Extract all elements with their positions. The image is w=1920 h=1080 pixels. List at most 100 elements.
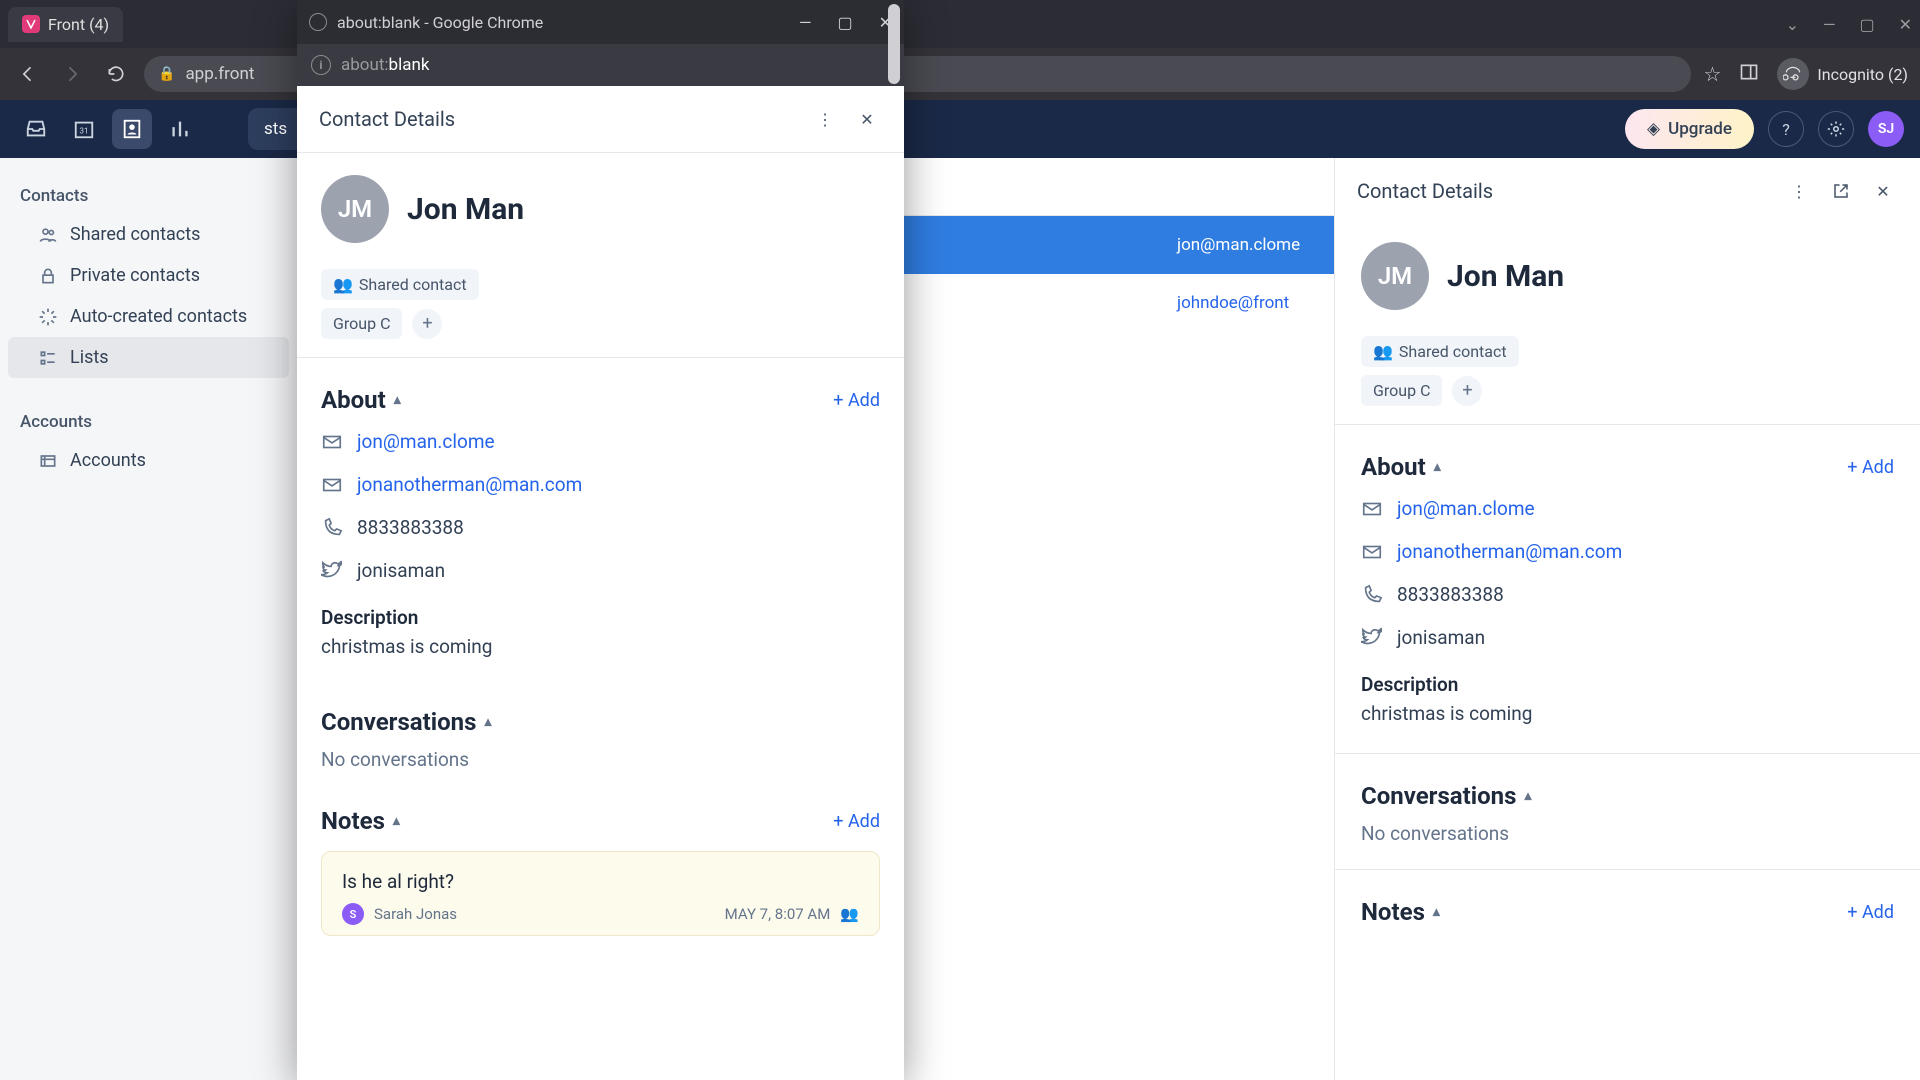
people-icon: 👥: [333, 275, 353, 294]
sidebar-item-label: Private contacts: [70, 265, 200, 286]
note-share-icon: 👥: [840, 905, 859, 923]
add-group-button[interactable]: +: [412, 309, 442, 339]
browser-forward-button[interactable]: [56, 58, 88, 90]
sidebar-item-label: Lists: [70, 347, 109, 368]
sidebar-item-lists[interactable]: Lists: [8, 337, 289, 378]
panel-more-icon[interactable]: ⋮: [1784, 176, 1814, 206]
sidebar-item-private-contacts[interactable]: Private contacts: [0, 255, 297, 296]
description-text: christmas is coming: [1361, 696, 1894, 735]
sidebar-item-accounts[interactable]: Accounts: [0, 440, 297, 481]
popup-more-icon[interactable]: ⋮: [810, 104, 840, 134]
window-close-icon[interactable]: ✕: [1899, 15, 1912, 34]
sidebar: Contacts Shared contacts Private contact…: [0, 158, 297, 1080]
sidebar-item-label: Shared contacts: [70, 224, 200, 245]
contact-phone: 8833883388: [1397, 583, 1504, 606]
group-chip[interactable]: Group C: [1361, 375, 1442, 406]
description-label: Description: [321, 606, 880, 629]
contact-avatar: JM: [321, 175, 389, 243]
contact-name: Jon Man: [407, 192, 524, 227]
globe-icon: [309, 13, 327, 31]
nav-calendar-icon[interactable]: 31: [64, 109, 104, 149]
popup-browser-window: about:blank - Google Chrome — ▢ ✕ i abou…: [297, 0, 904, 1080]
caret-up-icon: ▴: [393, 813, 400, 829]
contact-email-link[interactable]: jon@man.clome: [1397, 497, 1535, 520]
nav-inbox-icon[interactable]: [16, 109, 56, 149]
settings-button[interactable]: [1818, 111, 1854, 147]
info-icon[interactable]: i: [311, 55, 331, 75]
about-add-button[interactable]: + Add: [1847, 457, 1894, 478]
description-text: christmas is coming: [321, 629, 880, 668]
sidebar-item-auto-contacts[interactable]: Auto-created contacts: [0, 296, 297, 337]
conversations-section-header[interactable]: Conversations▴: [321, 708, 491, 736]
group-chip[interactable]: Group C: [321, 308, 402, 339]
contact-twitter: jonisaman: [357, 559, 445, 582]
about-add-button[interactable]: + Add: [833, 390, 880, 411]
browser-reload-button[interactable]: [100, 58, 132, 90]
browser-back-button[interactable]: [12, 58, 44, 90]
sidebar-item-shared-contacts[interactable]: Shared contacts: [0, 214, 297, 255]
browser-tab[interactable]: Front (4): [8, 7, 123, 42]
sidebar-item-label: Auto-created contacts: [70, 306, 247, 327]
note-card[interactable]: Is he al right? S Sarah Jonas MAY 7, 8:0…: [321, 851, 880, 936]
notes-add-button[interactable]: + Add: [1847, 902, 1894, 923]
window-maximize-icon[interactable]: ▢: [1859, 15, 1874, 34]
browser-tab-bar: Front (4) ⌄ — ▢ ✕: [0, 0, 1920, 48]
contact-twitter-row: jonisaman: [1361, 616, 1894, 659]
no-conversations-text: No conversations: [321, 742, 880, 777]
caret-up-icon: ▴: [1434, 459, 1441, 475]
shared-contact-badge: 👥 Shared contact: [321, 269, 479, 300]
nav-analytics-icon[interactable]: [160, 109, 200, 149]
window-minimize-icon[interactable]: —: [1823, 15, 1836, 34]
caret-up-icon: ▴: [1524, 788, 1531, 804]
popup-close-panel-icon[interactable]: ✕: [852, 104, 882, 134]
note-author: Sarah Jonas: [374, 905, 457, 923]
popup-maximize-icon[interactable]: ▢: [837, 13, 852, 32]
popup-window-title: about:blank - Google Chrome: [337, 13, 543, 32]
side-panel-icon[interactable]: [1739, 62, 1759, 86]
svg-text:31: 31: [79, 127, 88, 137]
user-avatar[interactable]: SJ: [1868, 111, 1904, 147]
incognito-label: Incognito (2): [1817, 65, 1908, 84]
help-button[interactable]: ?: [1768, 111, 1804, 147]
contact-email-link[interactable]: jonanotherman@man.com: [1397, 540, 1622, 563]
panel-popout-icon[interactable]: [1826, 176, 1856, 206]
notes-section-header[interactable]: Notes▴: [1361, 898, 1440, 926]
notes-section-header[interactable]: Notes▴: [321, 807, 400, 835]
popup-title-bar[interactable]: about:blank - Google Chrome — ▢ ✕: [297, 0, 904, 44]
diamond-icon: ◈: [1647, 119, 1660, 139]
contact-email-row: jon@man.clome: [1361, 487, 1894, 530]
contact-email-link[interactable]: jonanotherman@man.com: [357, 473, 582, 496]
bookmark-star-icon[interactable]: ☆: [1703, 62, 1721, 86]
contact-phone-row: 8833883388: [1361, 573, 1894, 616]
sidebar-item-label: Accounts: [70, 450, 146, 471]
contact-details-panel: Contact Details ⋮ ✕ JM Jon Man 👥 Shared …: [1334, 158, 1920, 1080]
contact-avatar: JM: [1361, 242, 1429, 310]
search-text: sts: [264, 119, 287, 139]
upgrade-label: Upgrade: [1668, 119, 1732, 139]
upgrade-button[interactable]: ◈ Upgrade: [1625, 109, 1754, 149]
scrollbar-track[interactable]: [888, 86, 902, 1080]
description-label: Description: [1361, 673, 1894, 696]
notes-add-button[interactable]: + Add: [833, 811, 880, 832]
about-section-header[interactable]: About▴: [1361, 453, 1441, 481]
incognito-badge[interactable]: Incognito (2): [1777, 58, 1908, 90]
conversations-section-header[interactable]: Conversations▴: [1361, 782, 1531, 810]
nav-contacts-icon[interactable]: [112, 109, 152, 149]
sidebar-section-contacts: Contacts: [0, 178, 297, 214]
popup-address-bar[interactable]: i about:blank: [297, 44, 904, 86]
browser-address-bar: 🔒 app.front ☆ Incognito (2): [0, 48, 1920, 100]
popup-panel-title: Contact Details: [319, 107, 798, 131]
shared-contact-badge: 👥 Shared contact: [1361, 336, 1519, 367]
contact-email-row: jon@man.clome: [321, 420, 880, 463]
panel-close-icon[interactable]: ✕: [1868, 176, 1898, 206]
window-chevron-icon[interactable]: ⌄: [1786, 15, 1799, 34]
caret-up-icon: ▴: [394, 392, 401, 408]
contact-email-link[interactable]: jon@man.clome: [357, 430, 495, 453]
popup-minimize-icon[interactable]: —: [799, 13, 812, 32]
app-header: 31 sts ◈ Upgrade ? SJ: [0, 100, 1920, 158]
contact-phone-row: 8833883388: [321, 506, 880, 549]
no-conversations-text: No conversations: [1361, 816, 1894, 851]
about-section-header[interactable]: About▴: [321, 386, 401, 414]
add-group-button[interactable]: +: [1452, 376, 1482, 406]
contact-phone: 8833883388: [357, 516, 464, 539]
